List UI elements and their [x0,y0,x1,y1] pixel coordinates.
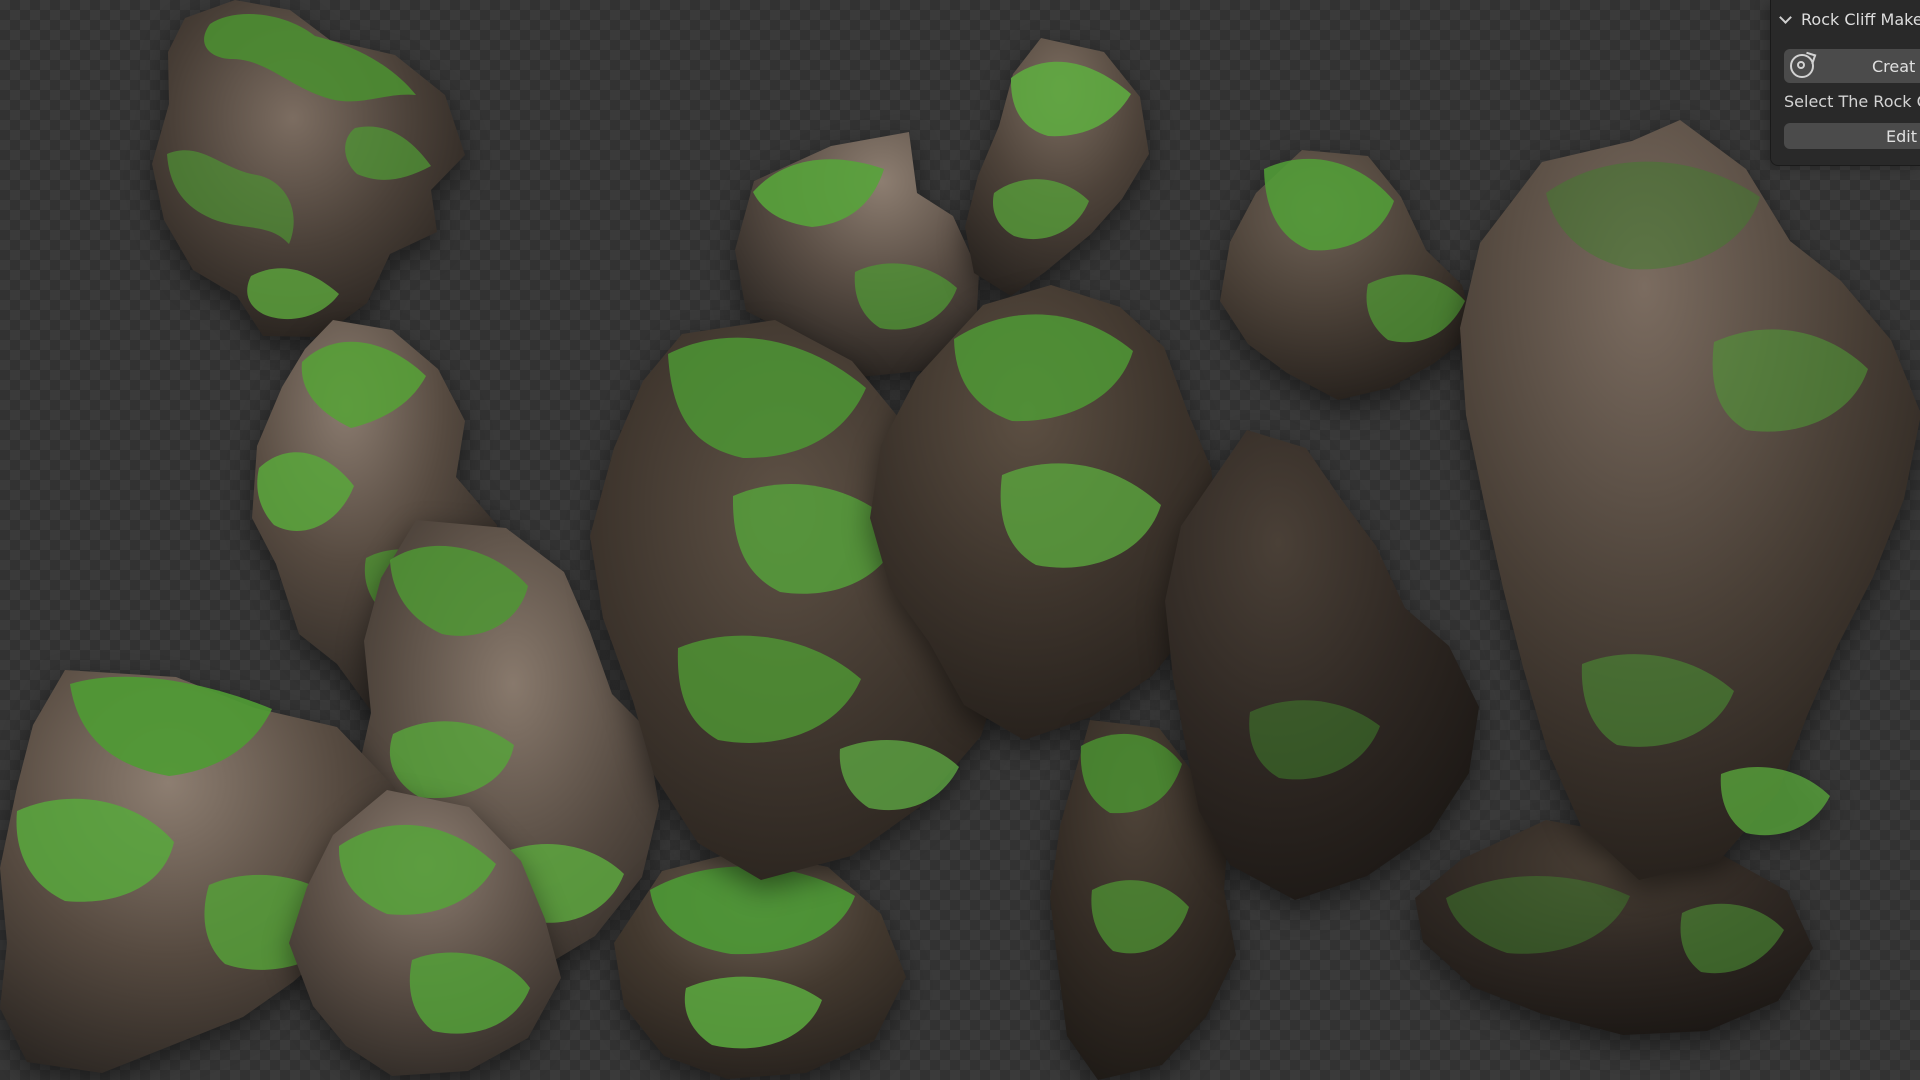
rock-top-right-small-shape [1220,150,1475,400]
rock-cliff-maker-panel: Rock Cliff Maker Creat Select The Rock C… [1770,0,1920,166]
create-button[interactable]: Creat [1784,49,1920,83]
rock-bottom-center-left[interactable] [610,850,910,1080]
rock-cluster-top-left-shape [152,0,465,337]
rock-bottom-left-small[interactable] [285,790,575,1080]
3d-viewport[interactable]: Rock Cliff Maker Creat Select The Rock C… [0,0,1920,1080]
rock-bottom-center-left-shape [614,850,906,1079]
chevron-down-icon[interactable] [1779,12,1793,26]
rock-top-center[interactable] [965,38,1155,308]
edit-button[interactable]: Edit [1784,123,1920,149]
rock-cluster-top-left[interactable] [145,0,475,355]
selection-instruction: Select The Rock Cl [1784,92,1920,111]
rock-right-tall-shape [1460,120,1920,880]
rock-top-center-shape [965,38,1149,296]
create-button-label: Creat [1872,56,1916,76]
edit-button-label: Edit [1886,126,1917,146]
rock-bottom-left-small-shape [289,790,561,1076]
rock-scene [0,0,1920,1080]
rock-cliff-maker-header[interactable]: Rock Cliff Maker [1779,4,1920,34]
create-icon [1790,54,1814,78]
rock-right-tall[interactable] [1460,120,1920,880]
panel-title: Rock Cliff Maker [1801,9,1920,29]
rock-top-right-small[interactable] [1220,150,1475,400]
